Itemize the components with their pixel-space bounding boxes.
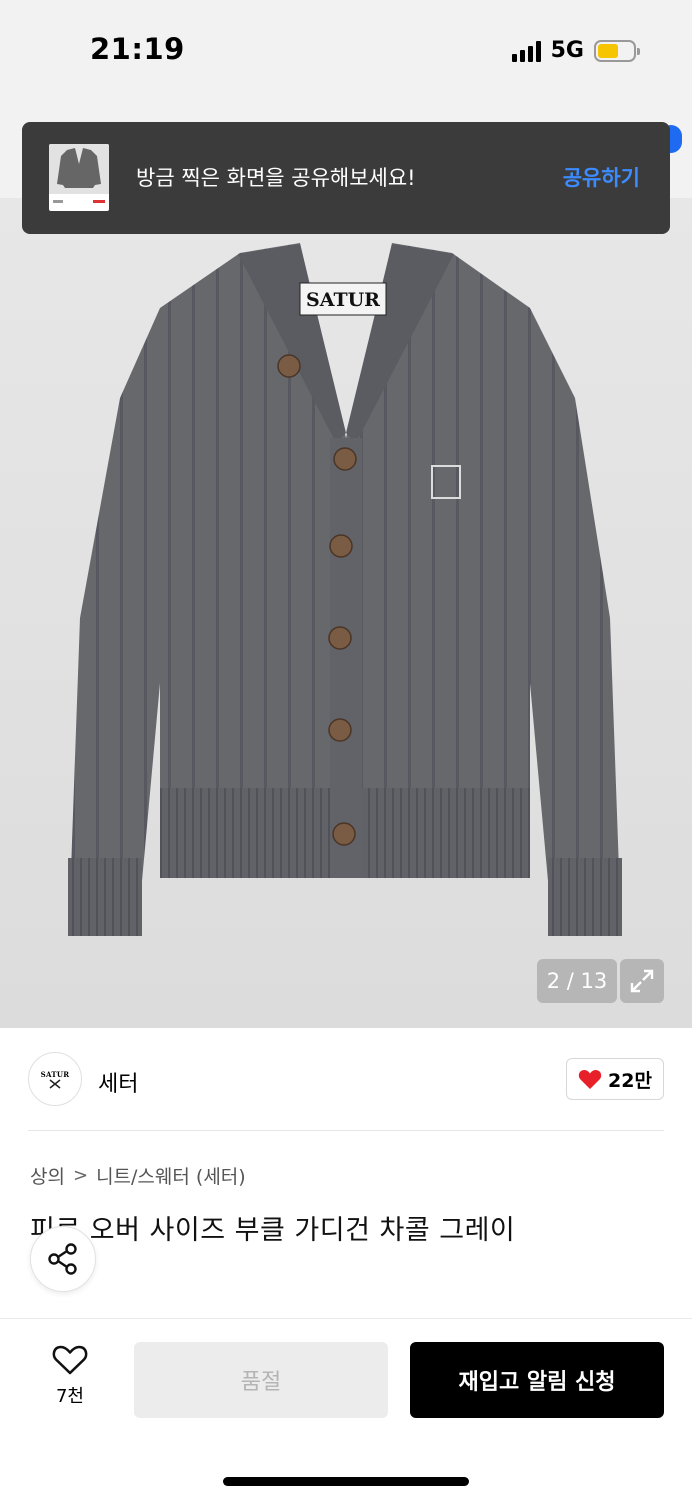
home-indicator[interactable]	[223, 1477, 469, 1486]
status-time: 21:19	[90, 32, 185, 66]
product-title: 피르 오버 사이즈 부클 가디건 차콜 그레이	[30, 1215, 516, 1246]
brand-like-count: 22만	[608, 1069, 652, 1092]
bottom-bar-divider	[0, 1318, 692, 1319]
network-type: 5G	[550, 38, 584, 63]
brand-name[interactable]: 세터	[98, 1066, 138, 1098]
heart-icon	[578, 1069, 602, 1089]
brand-row[interactable]: SATUR 세터 22만	[28, 1052, 664, 1110]
expand-button[interactable]	[620, 959, 664, 1003]
battery-icon	[594, 39, 640, 62]
wish-button[interactable]: 7천	[50, 1344, 90, 1408]
divider	[28, 1130, 664, 1131]
restock-alert-button[interactable]: 재입고 알림 신청	[410, 1342, 664, 1418]
status-indicators: 5G	[511, 38, 640, 63]
toast-message: 방금 찍은 화면을 공유해보세요!	[136, 166, 416, 190]
share-icon	[48, 1243, 77, 1275]
brand-like-button[interactable]: 22만	[566, 1058, 664, 1100]
wish-count: 7천	[55, 1386, 84, 1407]
soldout-button: 품절	[134, 1342, 388, 1418]
image-counter: 2 / 13	[537, 959, 617, 1003]
expand-icon	[630, 969, 654, 993]
brand-logo-text: SATUR	[40, 1069, 70, 1079]
breadcrumb-subcategory[interactable]: 니트/스웨터 (세터)	[96, 1162, 246, 1189]
share-button[interactable]	[30, 1226, 96, 1292]
brand-mark-icon	[49, 1078, 61, 1089]
brand-logo[interactable]: SATUR	[28, 1052, 82, 1106]
status-bar: 21:19 5G	[0, 0, 692, 100]
toast-share-button[interactable]: 공유하기	[563, 162, 640, 192]
breadcrumb-category[interactable]: 상의	[30, 1162, 65, 1189]
signal-icon	[511, 40, 541, 62]
product-image[interactable]: SATUR	[0, 198, 692, 1028]
cardigan-illustration: SATUR	[68, 243, 622, 936]
heart-outline-icon	[52, 1345, 88, 1375]
garment-label: SATUR	[306, 289, 380, 311]
breadcrumb: 상의 > 니트/스웨터 (세터)	[30, 1162, 246, 1189]
screenshot-share-toast: 방금 찍은 화면을 공유해보세요! 공유하기	[22, 122, 670, 234]
screenshot-thumbnail[interactable]	[49, 144, 109, 211]
breadcrumb-separator: >	[72, 1165, 89, 1186]
